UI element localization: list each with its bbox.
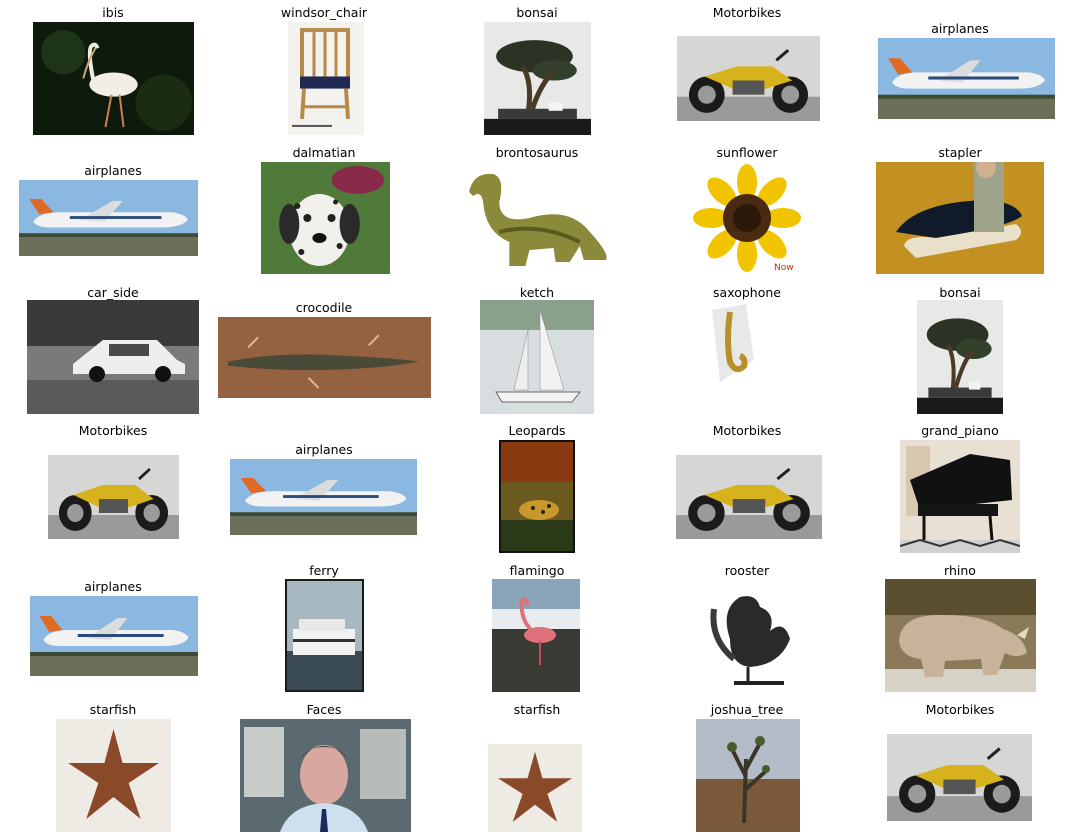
bonsai-photo: [484, 22, 591, 135]
image-label: car_side: [87, 285, 139, 300]
image-label: brontosaurus: [495, 145, 579, 160]
airplane-photo: [19, 180, 198, 256]
image-label: Motorbikes: [78, 423, 148, 438]
grand-piano-photo: [900, 440, 1020, 553]
image-label: flamingo: [509, 563, 565, 578]
image-label: windsor_chair: [280, 5, 368, 20]
image-label: Motorbikes: [712, 423, 782, 438]
image-label: Motorbikes: [925, 702, 995, 717]
image-label: airplanes: [84, 579, 142, 594]
image-label: stapler: [938, 145, 982, 160]
image-label: airplanes: [84, 163, 142, 178]
image-label: ibis: [102, 5, 124, 20]
face-photo: [240, 719, 411, 832]
image-label: bonsai: [939, 285, 981, 300]
motorbike-photo: [48, 455, 179, 539]
joshua-tree-photo: [696, 719, 800, 832]
bonsai-photo: [917, 300, 1003, 414]
svg-text:Now: Now: [774, 263, 794, 273]
starfish-photo: [488, 744, 582, 832]
ferry-photo: [285, 579, 364, 692]
stapler-photo: [876, 162, 1044, 274]
image-label: airplanes: [931, 21, 989, 36]
ketch-photo: [480, 300, 594, 414]
image-label: ferry: [309, 563, 339, 578]
motorbike-photo: [677, 36, 820, 121]
windsor-chair-photo: [288, 22, 364, 135]
motorbike-photo: [676, 455, 822, 539]
saxophone-photo: [706, 300, 758, 386]
starfish-photo: [56, 719, 171, 832]
image-label: bonsai: [516, 5, 558, 20]
motorbike-photo: [887, 734, 1032, 821]
image-label: grand_piano: [921, 423, 999, 438]
image-label: joshua_tree: [710, 702, 784, 717]
image-label: ketch: [519, 285, 555, 300]
ibis-photo: [33, 22, 194, 135]
image-label: rooster: [724, 563, 770, 578]
image-label: crocodile: [295, 300, 353, 315]
image-label: dalmatian: [292, 145, 356, 160]
image-label: saxophone: [713, 285, 781, 300]
image-label: rhino: [944, 563, 976, 578]
rhino-photo: [885, 579, 1036, 692]
image-label: airplanes: [295, 442, 353, 457]
image-label: starfish: [513, 702, 561, 717]
airplane-photo: [230, 459, 417, 535]
airplane-photo: [878, 38, 1055, 119]
sunflower-photo: Now: [692, 162, 802, 274]
rooster-photo: [700, 579, 794, 692]
car-photo: [27, 300, 199, 414]
image-label: Faces: [306, 702, 342, 717]
airplane-photo: [30, 596, 198, 676]
image-label: sunflower: [716, 145, 778, 160]
image-label: Leopards: [508, 423, 566, 438]
dalmatian-photo: [261, 162, 390, 274]
leopard-photo: [499, 440, 575, 553]
crocodile-photo: [218, 317, 431, 398]
flamingo-photo: [492, 579, 580, 692]
brontosaurus-photo: [459, 162, 614, 274]
image-label: starfish: [89, 702, 137, 717]
image-label: Motorbikes: [712, 5, 782, 20]
